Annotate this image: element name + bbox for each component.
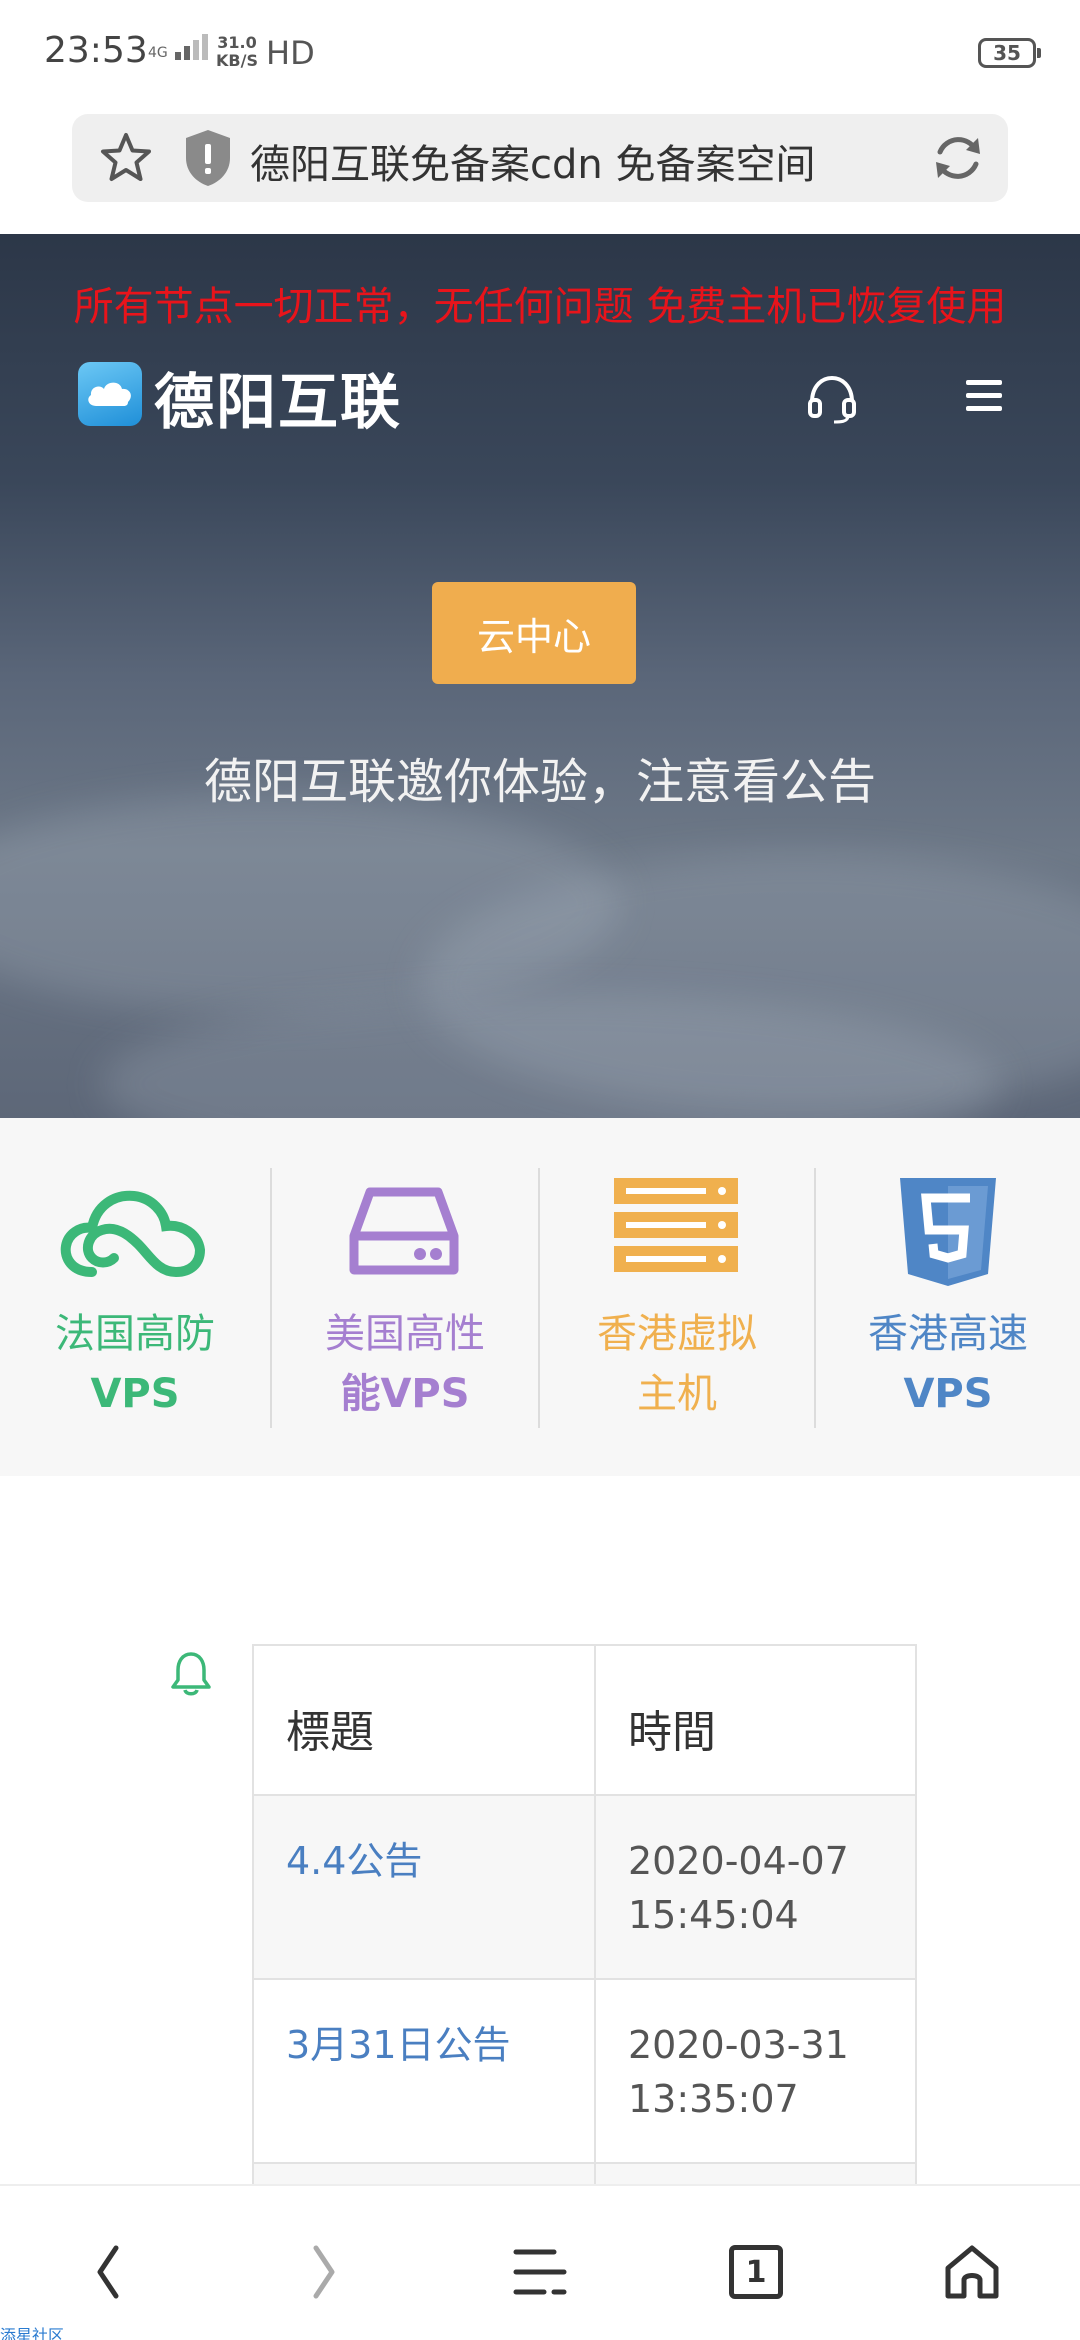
tabs-button[interactable]: 1 xyxy=(716,2232,796,2312)
service-label: 香港高速 VPS xyxy=(816,1304,1080,1424)
announcement-time-cell: 2020-04-07 15:45:04 xyxy=(594,1794,917,1980)
forward-button[interactable] xyxy=(284,2232,364,2312)
announcement-link[interactable]: 4.4公告 xyxy=(286,1839,422,1883)
service-label: 法国高防 VPS xyxy=(0,1304,270,1424)
signal-bar-icon xyxy=(183,46,190,60)
menu-lines-icon xyxy=(513,2249,567,2295)
column-header-time: 時間 xyxy=(594,1644,917,1796)
service-label-line2: VPS xyxy=(903,1371,993,1417)
home-icon xyxy=(945,2245,999,2299)
chevron-left-icon xyxy=(97,2245,119,2299)
hamburger-menu-icon[interactable] xyxy=(966,380,1002,412)
service-hk-vps[interactable]: 香港高速 VPS xyxy=(816,1118,1080,1476)
status-bar: 23:53 4G 31.0 KB/S HD 35 xyxy=(0,0,1080,108)
battery-icon: 35 xyxy=(978,38,1041,68)
net-speed-value: 31.0 xyxy=(217,33,257,52)
chevron-right-icon xyxy=(313,2245,335,2299)
announcement-table: 標題 時間 4.4公告 2020-04-07 15:45:04 3月31日公告 … xyxy=(252,1644,917,2204)
table-row: 3月31日公告 2020-03-31 13:35:07 xyxy=(252,1978,917,2164)
column-header-title: 標題 xyxy=(252,1644,596,1796)
url-title[interactable]: 德阳互联免备案cdn 免备案空间 xyxy=(250,132,815,190)
cloud-center-button[interactable]: 云中心 xyxy=(432,582,636,684)
service-hk-hosting[interactable]: 香港虚拟 主机 xyxy=(540,1118,814,1476)
announcement-link[interactable]: 3月31日公告 xyxy=(286,2023,511,2067)
service-label-line2: 主机 xyxy=(637,1371,717,1417)
browser-bottom-nav: 1 xyxy=(0,2184,1080,2340)
site-logo-text[interactable]: 德阳互联 xyxy=(154,354,402,441)
tab-count-icon: 1 xyxy=(729,2245,783,2299)
service-france-vps[interactable]: 法国高防 VPS xyxy=(0,1118,270,1476)
reload-icon[interactable] xyxy=(928,128,988,188)
network-type: 4G xyxy=(148,45,168,61)
service-label-line1: 香港虚拟 xyxy=(597,1311,757,1357)
service-label-line1: 香港高速 xyxy=(868,1311,1028,1357)
service-usa-vps[interactable]: 美国高性 能VPS xyxy=(272,1118,538,1476)
cloud-icon xyxy=(60,1190,206,1278)
server-drive-icon xyxy=(349,1187,459,1275)
hero-subtitle: 德阳互联邀你体验，注意看公告 xyxy=(203,754,876,810)
headset-icon[interactable] xyxy=(804,370,860,426)
announcement-time: 13:35:07 xyxy=(628,2077,799,2121)
back-button[interactable] xyxy=(68,2232,148,2312)
logo-cloud-icon[interactable] xyxy=(78,362,142,426)
server-rack-icon xyxy=(614,1178,738,1272)
service-label-line2: 能VPS xyxy=(340,1371,470,1417)
shield-icon[interactable] xyxy=(182,128,234,188)
service-label-line2: VPS xyxy=(90,1371,180,1417)
menu-button[interactable] xyxy=(500,2232,580,2312)
home-button[interactable] xyxy=(932,2232,1012,2312)
service-label: 香港虚拟 主机 xyxy=(540,1304,814,1424)
service-label-line1: 法国高防 xyxy=(55,1311,215,1357)
net-speed: 31.0 KB/S xyxy=(216,34,258,70)
announcement-time: 15:45:04 xyxy=(628,1893,799,1937)
announcement-date: 2020-04-07 xyxy=(628,1839,849,1883)
address-bar[interactable]: 德阳互联免备案cdn 免备案空间 xyxy=(72,114,1008,202)
announcement-time-cell: 2020-03-31 13:35:07 xyxy=(594,1978,917,2164)
signal-indicator: 4G xyxy=(148,34,208,60)
html5-icon xyxy=(900,1178,996,1286)
status-notice: 所有节点一切正常，无任何问题 免费主机已恢复使用 xyxy=(73,284,1007,330)
watermark-text: 添星社区 xyxy=(0,2326,65,2340)
net-speed-unit: KB/S xyxy=(216,51,258,70)
announcement-date: 2020-03-31 xyxy=(628,2023,849,2067)
bell-icon xyxy=(171,1652,211,1696)
service-label-line1: 美国高性 xyxy=(325,1311,485,1357)
star-icon[interactable] xyxy=(98,130,154,186)
service-label: 美国高性 能VPS xyxy=(272,1304,538,1424)
signal-bar-icon xyxy=(192,40,199,60)
hd-label: HD xyxy=(266,34,315,72)
signal-bar-icon xyxy=(174,52,181,60)
service-categories: 法国高防 VPS 美国高性 能VPS 香港虚拟 主机 香港高速 VPS xyxy=(0,1118,1080,1476)
table-row: 4.4公告 2020-04-07 15:45:04 xyxy=(252,1794,917,1980)
status-time: 23:53 xyxy=(44,30,148,71)
signal-bar-icon xyxy=(201,34,208,60)
table-header-row: 標題 時間 xyxy=(252,1644,917,1796)
hero-banner: 所有节点一切正常，无任何问题 免费主机已恢复使用 德阳互联 云中心 德阳互联邀你… xyxy=(0,234,1080,1118)
